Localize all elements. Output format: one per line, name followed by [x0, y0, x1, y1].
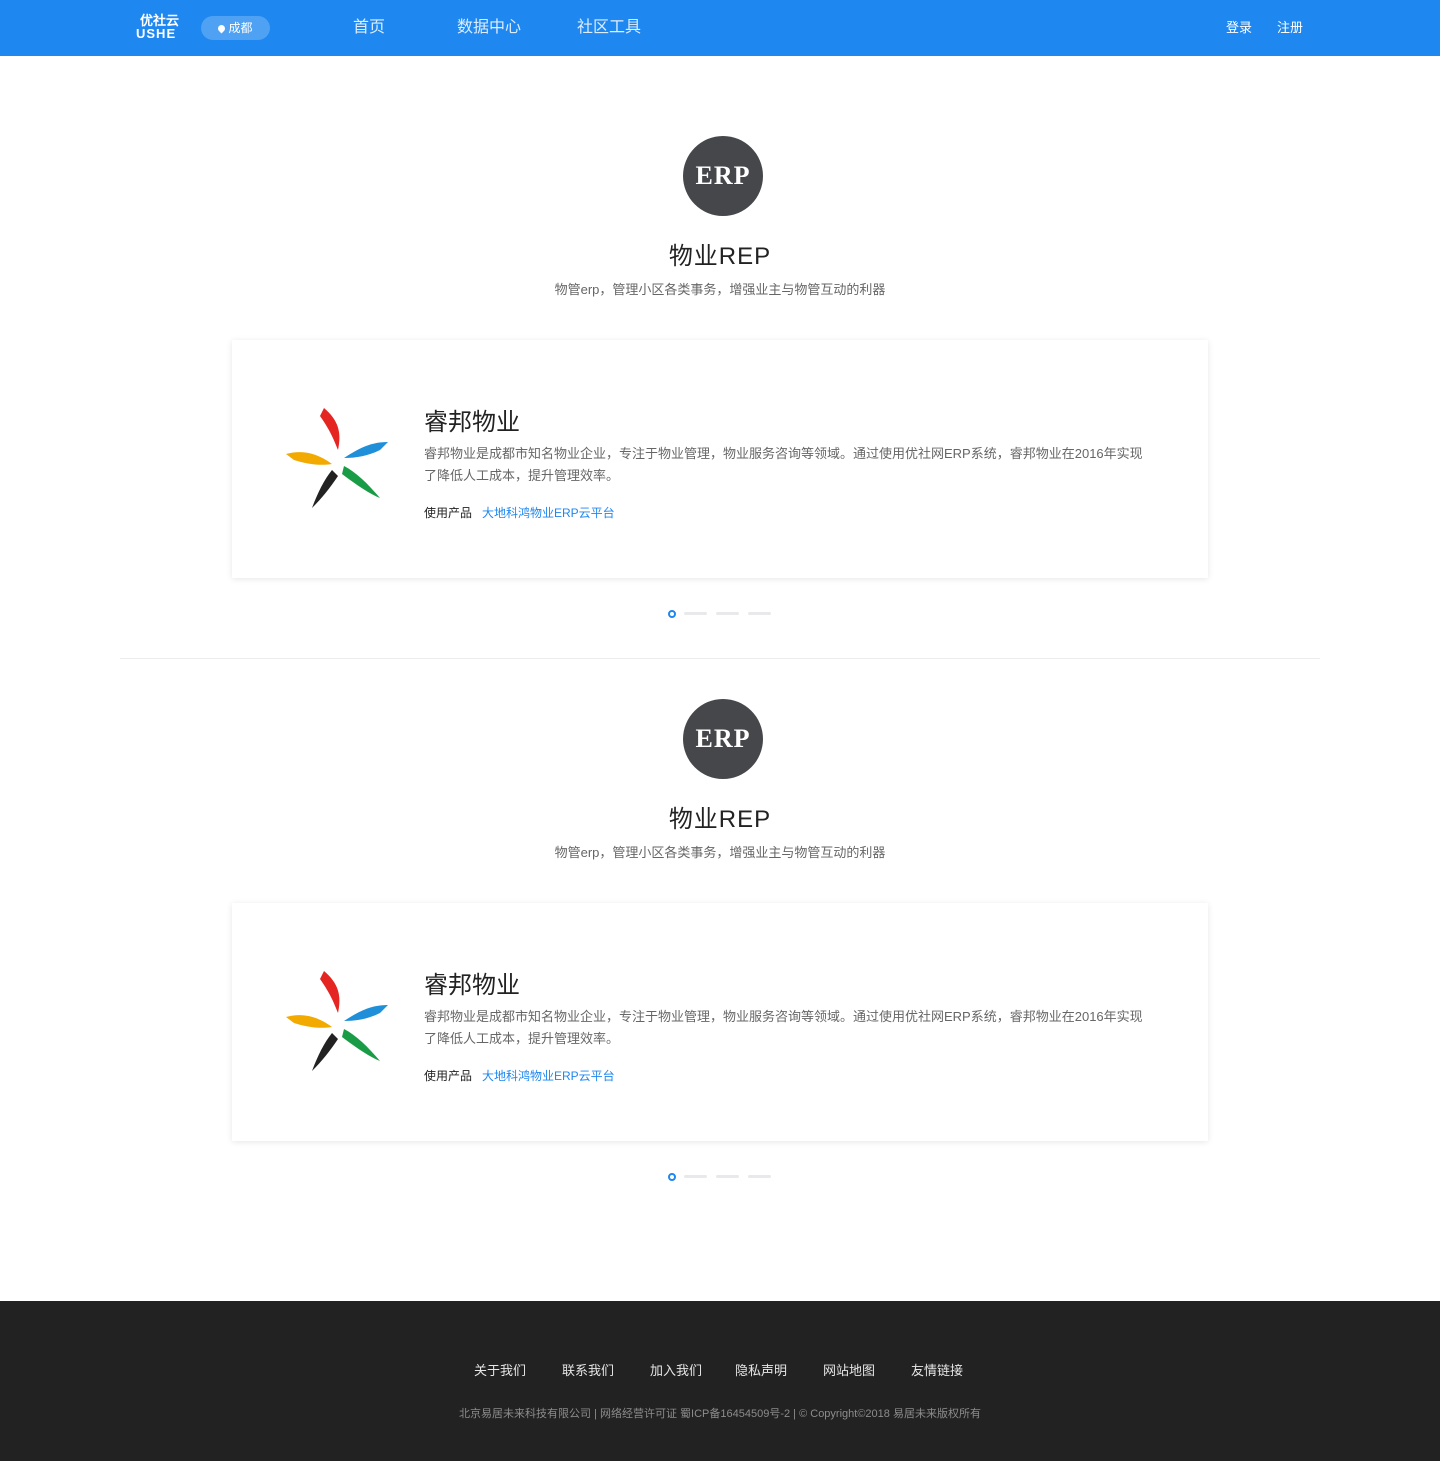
product-label: 使用产品	[424, 1069, 473, 1083]
ruibang-logo-icon	[286, 971, 388, 1071]
case-card: 睿邦物业 睿邦物业是成都市知名物业企业，专注于物业管理，物业服务咨询等领域。通过…	[232, 903, 1208, 1141]
nav-home[interactable]: 首页	[353, 0, 385, 56]
section-subtitle: 物管erp，管理小区各类事务，增强业主与物管互动的利器	[554, 282, 886, 297]
erp-badge-icon: ERP	[683, 699, 763, 779]
footer-link-privacy[interactable]: 隐私声明	[735, 1360, 787, 1379]
city-label: 成都	[228, 21, 253, 35]
nav-data-center[interactable]: 数据中心	[457, 0, 521, 56]
company-description: 睿邦物业是成都市知名物业企业，专注于物业管理，物业服务咨询等领域。通过使用优社网…	[424, 446, 1143, 483]
carousel-pagination	[668, 1173, 778, 1181]
footer-link-contact[interactable]: 联系我们	[562, 1360, 614, 1379]
section-title: 物业REP	[668, 243, 772, 270]
ushe-logo[interactable]: 优社云 USHE	[136, 14, 186, 42]
company-name: 睿邦物业	[424, 409, 520, 436]
section-title: 物业REP	[668, 806, 772, 833]
carousel-dot[interactable]	[748, 1175, 771, 1178]
case-card: 睿邦物业 睿邦物业是成都市知名物业企业，专注于物业管理，物业服务咨询等领域。通过…	[232, 340, 1208, 578]
footer-link-friends[interactable]: 友情链接	[911, 1360, 963, 1379]
footer-link-sitemap[interactable]: 网站地图	[823, 1360, 875, 1379]
register-link[interactable]: 注册	[1277, 0, 1303, 56]
section-divider	[120, 658, 1320, 659]
carousel-dot-active[interactable]	[668, 1173, 676, 1181]
login-link[interactable]: 登录	[1226, 0, 1252, 56]
location-pin-icon	[217, 23, 227, 34]
footer-link-join[interactable]: 加入我们	[650, 1360, 702, 1379]
carousel-dot[interactable]	[716, 612, 739, 615]
city-selector[interactable]: 成都	[201, 16, 270, 40]
product-link[interactable]: 大地科鸿物业ERP云平台	[482, 504, 615, 521]
product-section: ERP 物业REP 物管erp，管理小区各类事务，增强业主与物管互动的利器 睿邦…	[0, 136, 1440, 676]
section-subtitle: 物管erp，管理小区各类事务，增强业主与物管互动的利器	[554, 845, 886, 860]
ruibang-logo-icon	[286, 408, 388, 508]
carousel-dot[interactable]	[684, 1175, 707, 1178]
product-link[interactable]: 大地科鸿物业ERP云平台	[482, 1067, 615, 1084]
carousel-dot[interactable]	[716, 1175, 739, 1178]
erp-badge-icon: ERP	[683, 136, 763, 216]
nav-community-tools[interactable]: 社区工具	[577, 0, 641, 56]
carousel-pagination	[668, 610, 778, 618]
product-section: ERP 物业REP 物管erp，管理小区各类事务，增强业主与物管互动的利器 睿邦…	[0, 699, 1440, 1239]
footer-copyright: 北京易居未来科技有限公司 | 网络经营许可证 蜀ICP备16454509号-2 …	[459, 1408, 981, 1420]
top-header: 优社云 USHE 成都 首页 数据中心 社区工具 登录 注册	[0, 0, 1440, 56]
carousel-dot[interactable]	[684, 612, 707, 615]
logo-en-text: USHE	[136, 26, 177, 41]
carousel-dot-active[interactable]	[668, 610, 676, 618]
footer-link-about[interactable]: 关于我们	[474, 1360, 526, 1379]
company-description: 睿邦物业是成都市知名物业企业，专注于物业管理，物业服务咨询等领域。通过使用优社网…	[424, 1009, 1143, 1046]
product-label: 使用产品	[424, 506, 473, 520]
site-footer: 关于我们 联系我们 加入我们 隐私声明 网站地图 友情链接 北京易居未来科技有限…	[0, 1301, 1440, 1461]
company-name: 睿邦物业	[424, 972, 520, 999]
carousel-dot[interactable]	[748, 612, 771, 615]
